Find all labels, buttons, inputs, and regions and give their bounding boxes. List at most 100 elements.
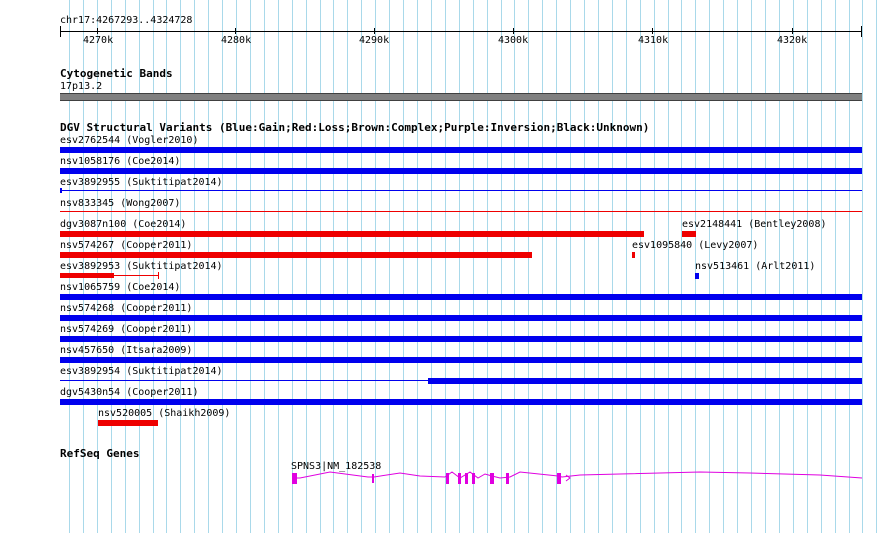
variant-label: esv2148441 (Bentley2008) [682,219,827,230]
variant-loss-line[interactable] [60,211,862,212]
grid-line [528,0,529,533]
ruler-tick-label: 4300k [498,35,529,46]
ruler-major-tick [235,28,236,34]
grid-line [278,0,279,533]
variant-gain-line[interactable] [60,190,862,191]
variant-loss-bar[interactable] [632,252,635,258]
ruler-tick-label: 4280k [221,35,252,46]
variant-loss-block[interactable] [158,272,159,279]
variant-gain-bar[interactable] [60,147,862,153]
grid-line [501,0,502,533]
variant-gain-bar[interactable] [428,378,862,384]
gene-exon [458,473,461,484]
variant-gain-line[interactable] [60,380,428,381]
grid-line [431,0,432,533]
refseq-track-title: RefSeq Genes [60,447,140,460]
grid-line [876,0,877,533]
grid-line [264,0,265,533]
variant-loss-bar[interactable] [98,420,158,426]
cytoband-track-title: Cytogenetic Bands [60,67,173,80]
variant-gain-bar[interactable] [60,357,862,363]
ruler-end-tick [861,26,862,37]
gene-exon [292,473,297,484]
cytoband-bar[interactable] [60,93,862,101]
variant-loss-bar[interactable] [682,231,696,237]
ruler-tick-label: 4270k [83,35,114,46]
dgv-track-title: DGV Structural Variants (Blue:Gain;Red:L… [60,121,650,134]
grid-line [668,0,669,533]
variant-label: esv3892953 (Suktitipat2014) [60,261,223,272]
variant-gain-bar[interactable] [60,168,862,174]
grid-line [473,0,474,533]
grid-line [361,0,362,533]
grid-line [389,0,390,533]
variant-gain-bar[interactable] [60,294,862,300]
variant-label: esv3892954 (Suktitipat2014) [60,366,223,377]
variant-label: nsv520005 (Shaikh2009) [98,408,231,419]
grid-line [333,0,334,533]
variant-label: nsv1058176 (Coe2014) [60,156,181,167]
grid-line [849,0,850,533]
ruler-axis [60,31,862,32]
variant-label: nsv457650 (Itsara2009) [60,345,193,356]
grid-line [626,0,627,533]
grid-line [375,0,376,533]
cytoband-name: 17p13.2 [60,81,103,92]
ruler-major-tick [374,28,375,34]
ruler-major-tick [513,28,514,34]
grid-line [612,0,613,533]
grid-line [640,0,641,533]
gene-exon [465,473,468,484]
variant-label: esv1095840 (Levy2007) [632,240,759,251]
grid-line [556,0,557,533]
variant-label: nsv833345 (Wong2007) [60,198,181,209]
gene-exon [472,473,475,484]
grid-line [306,0,307,533]
variant-gain-block[interactable] [60,188,62,193]
variant-label: esv2762544 (Vogler2010) [60,135,199,146]
grid-line [598,0,599,533]
variant-label: nsv574267 (Cooper2011) [60,240,193,251]
grid-line [403,0,404,533]
variant-label: esv3892955 (Suktitipat2014) [60,177,223,188]
grid-line [459,0,460,533]
genome-browser-view: chr17:4267293..4324728 4270k 4280k 4290k… [0,0,890,533]
grid-line [570,0,571,533]
gene-intron-line [292,471,863,479]
grid-line [681,0,682,533]
grid-line [445,0,446,533]
grid-line [514,0,515,533]
grid-line [654,0,655,533]
grid-line [347,0,348,533]
grid-line [862,0,863,533]
variant-label: dgv3087n100 (Coe2014) [60,219,187,230]
grid-line [292,0,293,533]
variant-gain-bar[interactable] [60,315,862,321]
variant-loss-bar[interactable] [60,273,114,278]
gene-model[interactable] [0,466,890,490]
location-label: chr17:4267293..4324728 [60,15,193,26]
variant-gain-bar[interactable] [60,399,862,405]
variant-label: nsv574268 (Cooper2011) [60,303,193,314]
gene-exon [506,473,509,484]
variant-loss-line[interactable] [114,275,159,276]
ruler-tick-label: 4320k [777,35,808,46]
grid-line [542,0,543,533]
gene-exon [490,473,494,484]
ruler-tick-label: 4290k [359,35,390,46]
variant-loss-bar[interactable] [60,231,644,237]
gene-exon [557,473,561,484]
variant-loss-bar[interactable] [60,252,532,258]
grid-line [487,0,488,533]
ruler-major-tick [97,28,98,34]
gene-exon [372,474,374,483]
ruler-tick-label: 4310k [638,35,669,46]
grid-line [821,0,822,533]
grid-line [236,0,237,533]
ruler-major-tick [652,28,653,34]
variant-label: dgv5430n54 (Cooper2011) [60,387,199,398]
variant-gain-bar[interactable] [695,273,699,279]
variant-label: nsv1065759 (Coe2014) [60,282,181,293]
variant-gain-bar[interactable] [60,336,862,342]
grid-line [584,0,585,533]
